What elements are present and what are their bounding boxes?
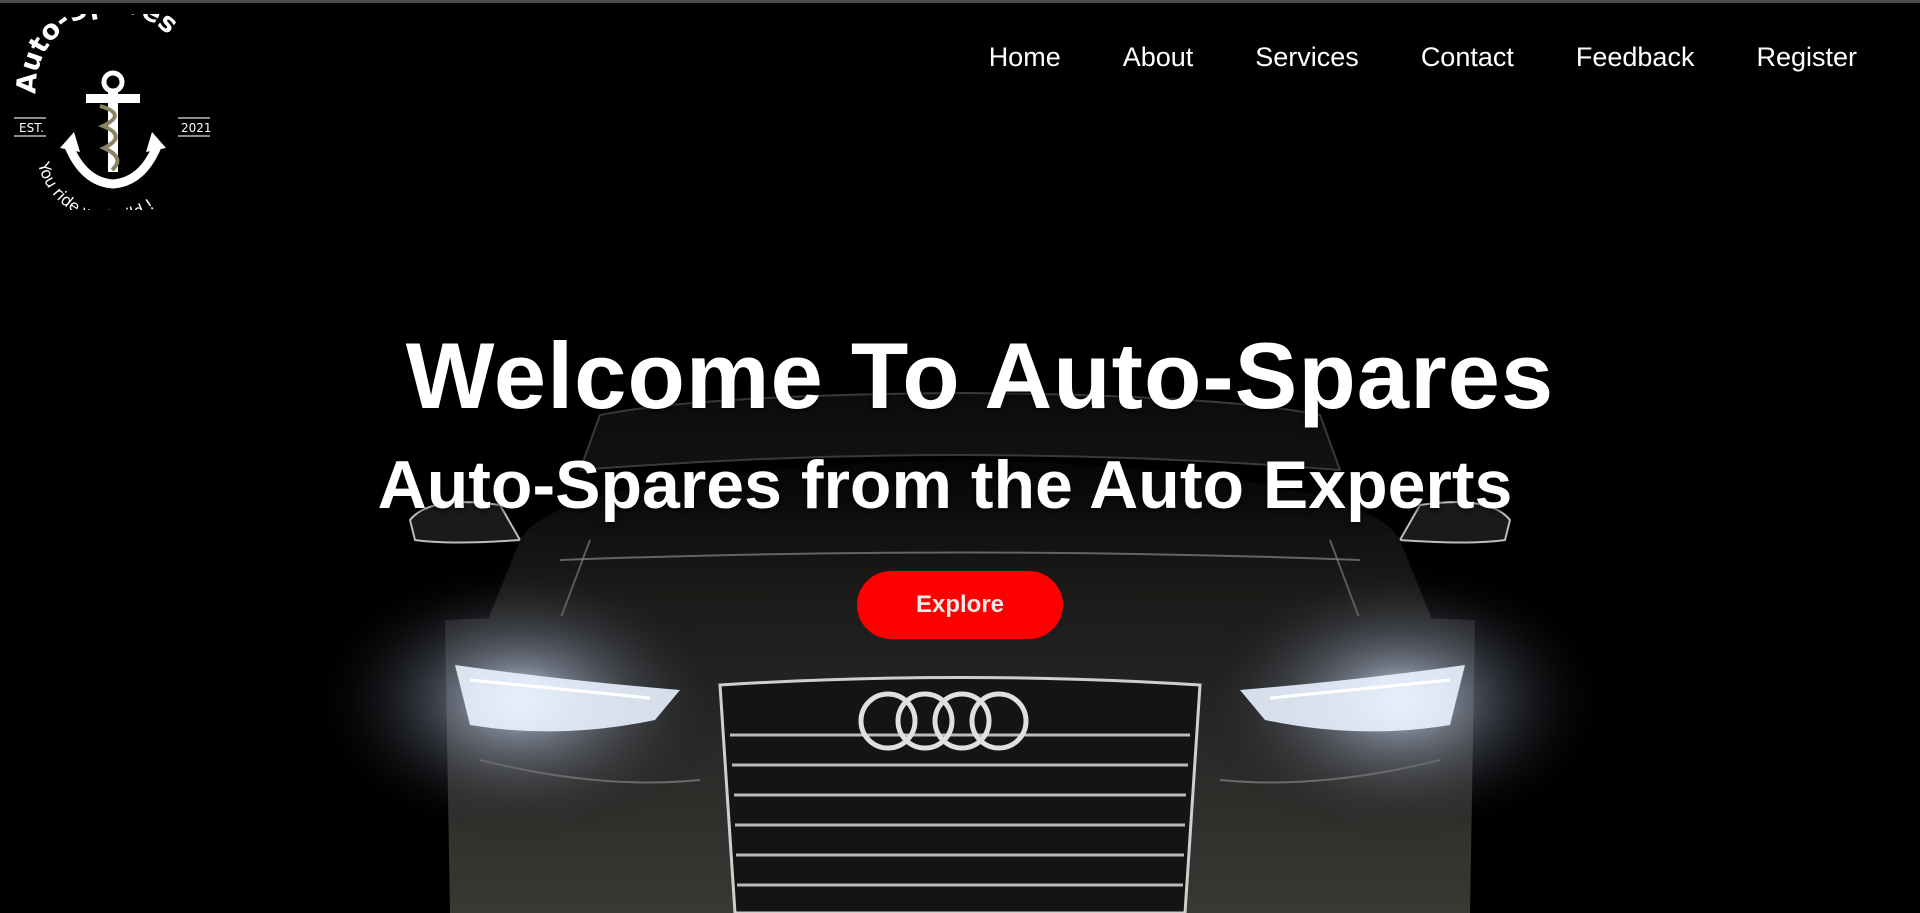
nav-feedback-link[interactable]: Feedback bbox=[1545, 40, 1726, 75]
brand-logo[interactable]: Auto-Spares You ride we build.! EST. 202… bbox=[8, 0, 214, 226]
nav-services-link[interactable]: Services bbox=[1224, 40, 1390, 75]
nav-about-link[interactable]: About bbox=[1092, 40, 1225, 75]
nav-contact-link[interactable]: Contact bbox=[1390, 40, 1545, 75]
explore-button[interactable]: Explore bbox=[857, 571, 1063, 639]
hero-title: Welcome To Auto-Spares bbox=[405, 323, 1555, 428]
nav-home-link[interactable]: Home bbox=[958, 40, 1092, 75]
svg-text:Auto-Spares: Auto-Spares bbox=[11, 14, 184, 95]
anchor-logo-icon: Auto-Spares You ride we build.! EST. 202… bbox=[11, 0, 212, 226]
hero-subtitle: Auto-Spares from the Auto Experts bbox=[377, 447, 1513, 523]
logo-tagline-text: You ride we build.! bbox=[34, 159, 158, 226]
logo-est-text: EST. bbox=[19, 121, 44, 135]
logo-brand-text: Auto-Spares bbox=[11, 0, 184, 95]
main-nav: Home About Services Contact Feedback Reg… bbox=[958, 40, 1864, 75]
nav-register-link[interactable]: Register bbox=[1725, 40, 1864, 75]
logo-year-text: 2021 bbox=[181, 121, 212, 135]
svg-text:You ride we build.!: You ride we build.! bbox=[34, 159, 158, 210]
